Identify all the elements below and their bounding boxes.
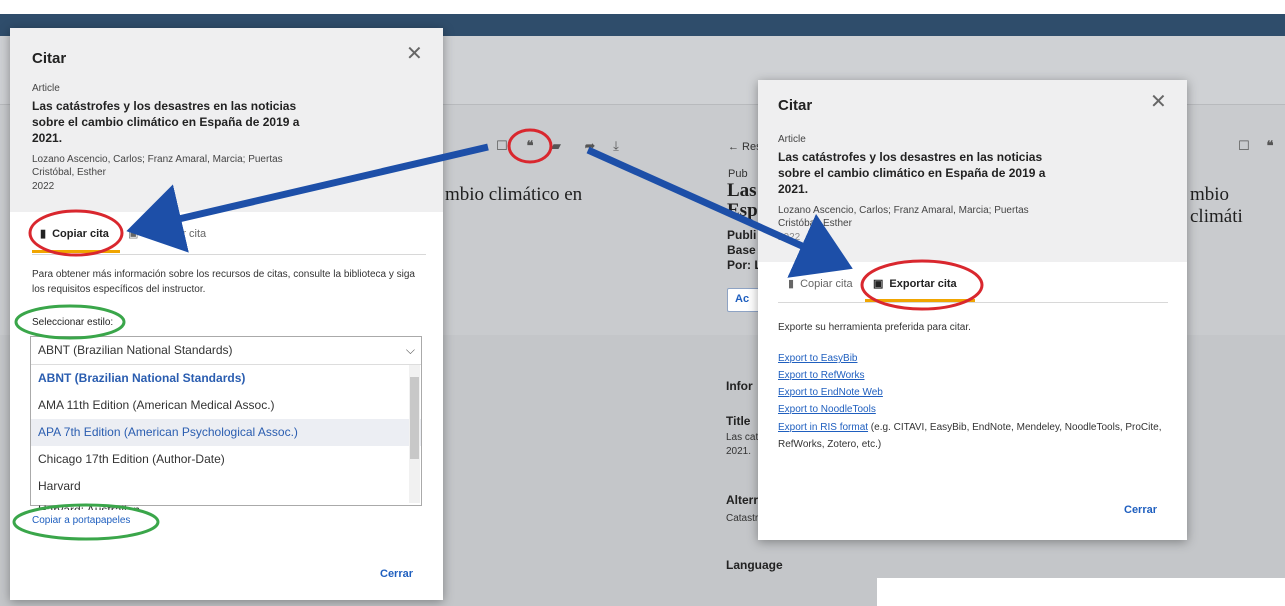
- green-circle-copy-link: [12, 503, 160, 541]
- blue-arrow-right: [586, 146, 853, 278]
- green-circle-style-label: [14, 304, 126, 340]
- blue-arrow-left: [126, 143, 489, 253]
- red-circle-cite-icon: [507, 128, 553, 164]
- annotation-overlay: [12, 128, 984, 541]
- red-circle-copy-tab: [28, 209, 124, 257]
- red-circle-export-tab: [860, 259, 984, 311]
